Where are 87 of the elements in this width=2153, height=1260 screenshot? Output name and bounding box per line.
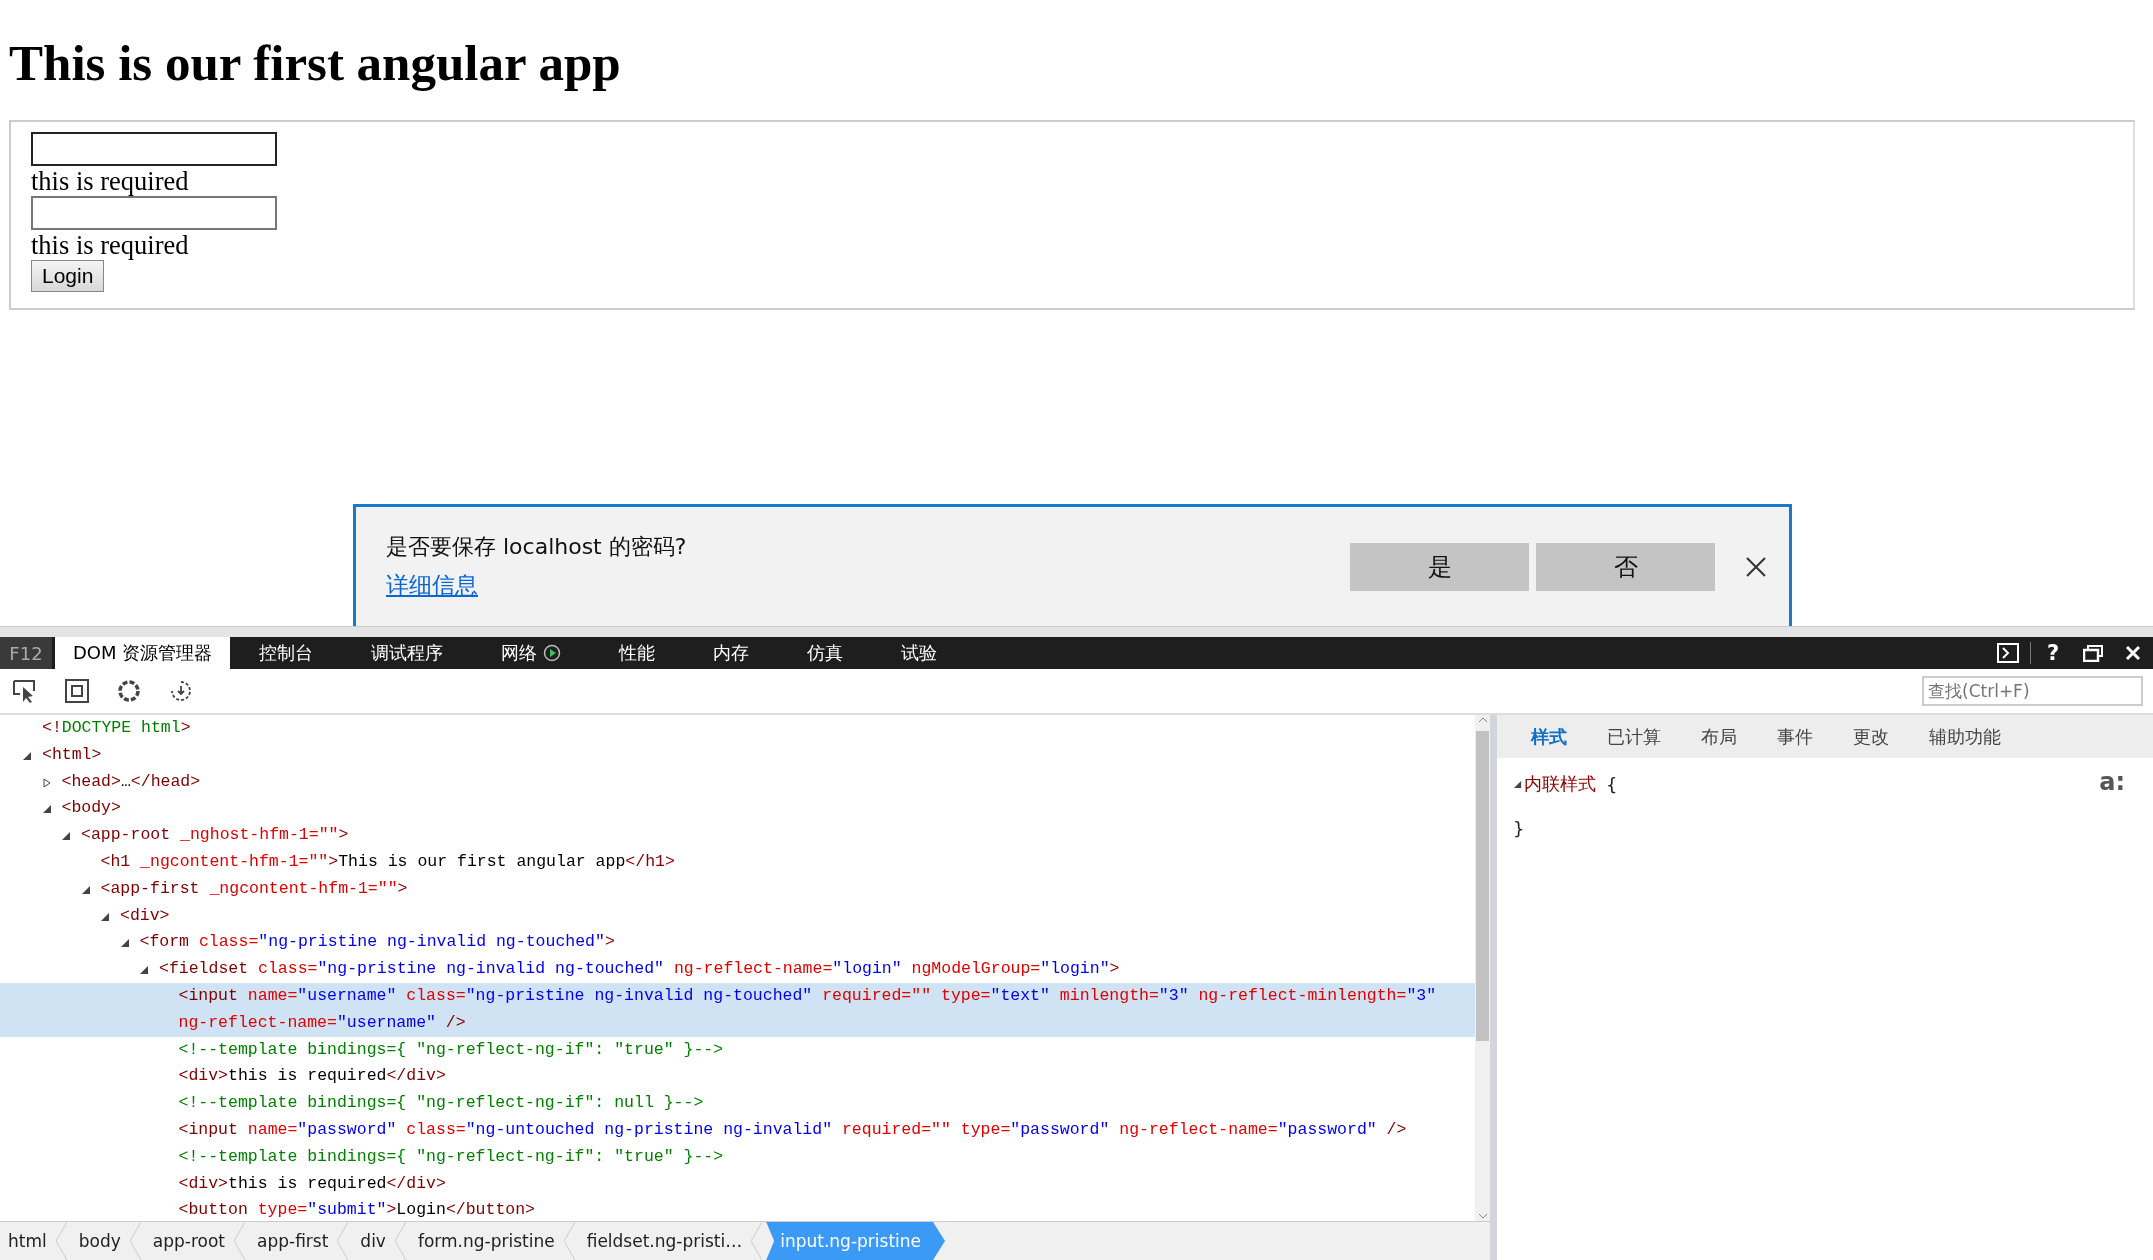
devtools-tab[interactable]: 仿真 xyxy=(778,637,873,669)
select-element-icon[interactable] xyxy=(12,678,38,704)
restore-icon[interactable] xyxy=(2083,644,2103,662)
no-button[interactable]: 否 xyxy=(1536,542,1715,591)
dom-node-markup: <form class="ng-pristine ng-invalid ng-touched"> xyxy=(139,932,615,952)
close-brace: } xyxy=(1513,818,1526,839)
details-link[interactable]: 详细信息 xyxy=(386,570,478,601)
expanded-triangle-icon[interactable] xyxy=(1513,779,1522,789)
login-button[interactable]: Login xyxy=(31,260,105,292)
box-icon[interactable] xyxy=(64,678,90,704)
dom-node-markup: <html> xyxy=(42,744,102,764)
dom-row[interactable]: <div>this is required</div> xyxy=(0,1063,1475,1091)
error-message: this is required xyxy=(31,166,189,196)
styles-tab[interactable]: 更改 xyxy=(1833,724,1909,749)
devtools-tab[interactable]: 控制台 xyxy=(230,637,343,669)
dialog-message: 是否要保存 localhost 的密码? xyxy=(386,533,688,561)
refresh-icon[interactable] xyxy=(168,678,194,704)
dom-row[interactable]: <fieldset class="ng-pristine ng-invalid ng-touched" ng-reflect-name="login" ngModelGroup="login"> xyxy=(0,956,1475,983)
dom-row[interactable]: <head>…</head> xyxy=(0,768,1475,796)
dom-row[interactable]: <body> xyxy=(0,795,1475,823)
dom-node-markup: <div>this is required</div> xyxy=(178,1173,446,1193)
dashed-circle-icon[interactable] xyxy=(116,678,142,704)
devtools-tab[interactable]: 网络 xyxy=(472,637,591,669)
scroll-down-icon[interactable] xyxy=(1476,1211,1489,1221)
expanded-triangle-icon[interactable] xyxy=(119,938,130,949)
dom-row[interactable]: <div>this is required</div> xyxy=(0,1170,1475,1198)
dom-row[interactable]: <!--template bindings={ "ng-reflect-ng-if": "true" }--> xyxy=(0,1036,1475,1064)
styles-tab[interactable]: 辅助功能 xyxy=(1909,724,2021,749)
dom-row[interactable]: <!--template bindings={ "ng-reflect-ng-if": "true" }--> xyxy=(0,1143,1475,1171)
dom-node-markup: <!--template bindings={ "ng-reflect-ng-if": null }--> xyxy=(178,1093,704,1113)
expanded-triangle-icon[interactable] xyxy=(41,804,52,815)
styles-tab[interactable]: 布局 xyxy=(1681,724,1757,749)
dom-node-markup: <h1 _ngcontent-hfm-1="">This is our first angular app</h1> xyxy=(100,852,675,871)
dom-node-markup: <div>this is required</div> xyxy=(178,1066,446,1086)
f12-label: F12 xyxy=(0,637,52,669)
dom-node-markup: <!--template bindings={ "ng-reflect-ng-if": "true" }--> xyxy=(178,1146,724,1166)
expanded-triangle-icon[interactable] xyxy=(22,750,32,761)
input-field[interactable] xyxy=(31,196,277,230)
help-button[interactable]: ? xyxy=(2033,637,2073,669)
expanded-triangle-icon[interactable] xyxy=(100,911,110,922)
devtools-tab[interactable]: DOM 资源管理器 xyxy=(55,637,231,669)
devtools-tab[interactable]: 性能 xyxy=(590,637,685,669)
yes-button[interactable]: 是 xyxy=(1350,542,1529,591)
dom-row[interactable]: <app-first _ngcontent-hfm-1=""> xyxy=(0,875,1475,903)
dom-node-markup: <body> xyxy=(61,798,121,818)
dom-node-markup: <input name="username" class="ng-pristine ng-invalid ng-touched" required="" type="text" minlength="3" ng-reflect-minlength="3" ng-reflect-name="username" /> xyxy=(178,985,1438,1032)
dom-row[interactable]: <!DOCTYPE html> xyxy=(0,715,1475,742)
expanded-triangle-icon[interactable] xyxy=(61,831,71,842)
styles-tab[interactable]: 已计算 xyxy=(1587,724,1681,749)
dom-node-markup: <head>…</head> xyxy=(61,771,201,791)
dom-node-markup: <button type="submit">Login</button> xyxy=(178,1200,535,1220)
pseudo-class-toggle[interactable]: a: xyxy=(2099,768,2125,796)
collapsed-triangle-icon[interactable] xyxy=(41,777,52,788)
expanded-triangle-icon[interactable] xyxy=(80,884,91,895)
open-brace: { xyxy=(1606,773,1618,795)
dom-row[interactable]: <!--template bindings={ "ng-reflect-ng-if": null }--> xyxy=(0,1090,1475,1117)
input-field[interactable] xyxy=(31,132,277,166)
search-field[interactable]: 查找(Ctrl+F) xyxy=(1922,676,2143,706)
dom-node-markup: <!DOCTYPE html> xyxy=(42,718,191,737)
rule-selector: 内联样式 xyxy=(1524,772,1596,796)
expanded-triangle-icon[interactable] xyxy=(139,965,149,976)
console-icon[interactable] xyxy=(1997,643,2019,663)
dom-node-markup: <app-first _ngcontent-hfm-1=""> xyxy=(100,878,408,898)
devtools-tab[interactable]: 内存 xyxy=(684,637,779,669)
scroll-up-icon[interactable] xyxy=(1476,715,1489,725)
dom-row[interactable]: <form class="ng-pristine ng-invalid ng-touched"> xyxy=(0,929,1475,957)
scrollbar[interactable] xyxy=(1475,715,1490,1221)
error-message: this is required xyxy=(31,230,189,260)
dom-node-markup: <app-root _nghost-hfm-1=""> xyxy=(81,825,349,845)
dom-node-markup: <div> xyxy=(120,905,170,925)
page-heading: This is our first angular app xyxy=(9,34,622,93)
dom-row[interactable]: <html> xyxy=(0,741,1475,769)
devtools-tab[interactable]: 试验 xyxy=(872,637,967,669)
dom-row[interactable]: <div> xyxy=(0,902,1475,930)
dom-row[interactable]: <input name="password" class="ng-untouched ng-pristine ng-invalid" required="" type="password" ng-reflect-name="password" /> xyxy=(0,1116,1475,1144)
close-icon[interactable] xyxy=(1745,555,1767,578)
dom-row[interactable]: <app-root _nghost-hfm-1=""> xyxy=(0,822,1475,849)
dom-row[interactable]: <button type="submit">Login</button> xyxy=(0,1197,1475,1221)
dom-row[interactable]: <h1 _ngcontent-hfm-1="">This is our first angular app</h1> xyxy=(0,849,1475,876)
dom-node-markup: <!--template bindings={ "ng-reflect-ng-if": "true" }--> xyxy=(178,1039,724,1059)
dom-node-markup: <input name="password" class="ng-untouched ng-pristine ng-invalid" required="" type="password" ng-reflect-name="password" /> xyxy=(178,1119,1407,1139)
dom-node-markup: <fieldset class="ng-pristine ng-invalid ng-touched" ng-reflect-name="login" ngModelGroup="login"> xyxy=(159,959,1120,979)
dom-row[interactable]: <input name="username" class="ng-pristine ng-invalid ng-touched" required="" type="text" minlength="3" ng-reflect-minlength="3" ng-reflect-name="username" /> xyxy=(0,982,1475,1037)
styles-tab[interactable]: 事件 xyxy=(1757,724,1833,749)
devtools-tab[interactable]: 调试程序 xyxy=(342,637,473,669)
styles-tab[interactable]: 样式 xyxy=(1511,724,1587,749)
play-icon[interactable] xyxy=(543,644,562,662)
